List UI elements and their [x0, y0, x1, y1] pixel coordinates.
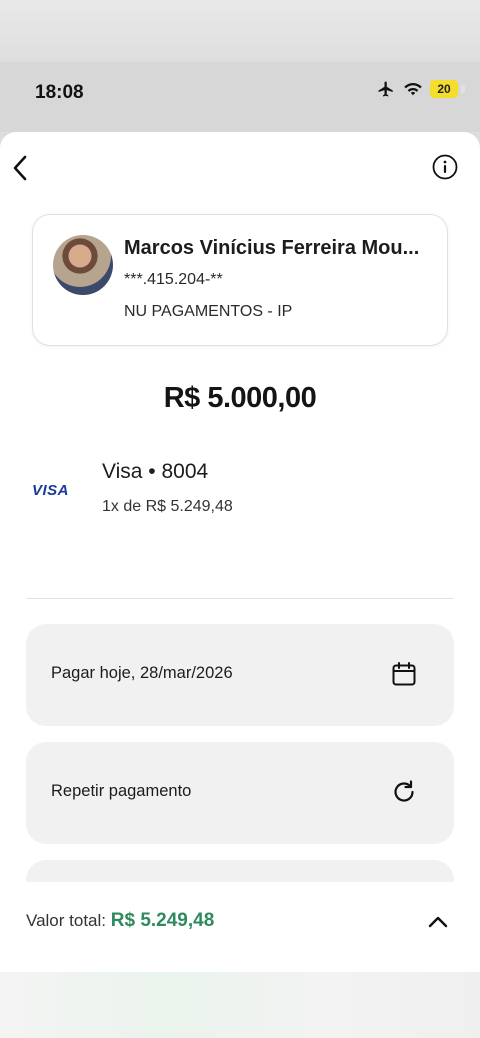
wifi-icon: [404, 83, 422, 96]
calendar-icon: [392, 662, 416, 686]
schedule-date-option[interactable]: Pagar hoje, 28/mar/2026: [26, 624, 454, 726]
airplane-icon: [378, 81, 393, 97]
info-icon[interactable]: [432, 154, 458, 180]
visa-logo: VISA: [32, 482, 70, 499]
status-time: 18:08: [35, 82, 84, 103]
schedule-date-label: Pagar hoje, 28/mar/2026: [51, 664, 233, 682]
recipient-card[interactable]: Marcos Vinícius Ferreira Mou... ***.415.…: [32, 214, 448, 346]
total-label: Valor total: R$ 5.249,48: [26, 910, 214, 932]
recipient-name: Marcos Vinícius Ferreira Mou...: [124, 237, 420, 259]
total-footer: Valor total: R$ 5.249,48: [0, 882, 480, 972]
payment-sheet: Marcos Vinícius Ferreira Mou... ***.415.…: [0, 132, 480, 1038]
recipient-bank: NU PAGAMENTOS - IP: [124, 303, 293, 320]
background-blur-bottom: [0, 972, 480, 1038]
card-installments[interactable]: 1x de R$ 5.249,48: [102, 498, 233, 516]
total-label-text: Valor total:: [26, 911, 107, 930]
battery-indicator: 20: [430, 80, 465, 98]
avatar: [53, 235, 113, 295]
repeat-payment-label: Repetir pagamento: [51, 782, 192, 800]
refresh-icon: [394, 780, 414, 802]
background-blur-top: [0, 0, 480, 62]
card-name[interactable]: Visa • 8004: [102, 460, 208, 484]
total-value: R$ 5.249,48: [110, 910, 215, 931]
repeat-payment-option[interactable]: Repetir pagamento: [26, 742, 454, 844]
divider: [26, 598, 454, 599]
status-icons: 20: [376, 80, 465, 98]
payment-amount: R$ 5.000,00: [163, 382, 317, 414]
back-icon[interactable]: [8, 152, 32, 184]
status-bar: 18:08 20: [0, 62, 480, 132]
recipient-document: ***.415.204-**: [124, 271, 223, 288]
chevron-up-icon[interactable]: [426, 910, 450, 934]
